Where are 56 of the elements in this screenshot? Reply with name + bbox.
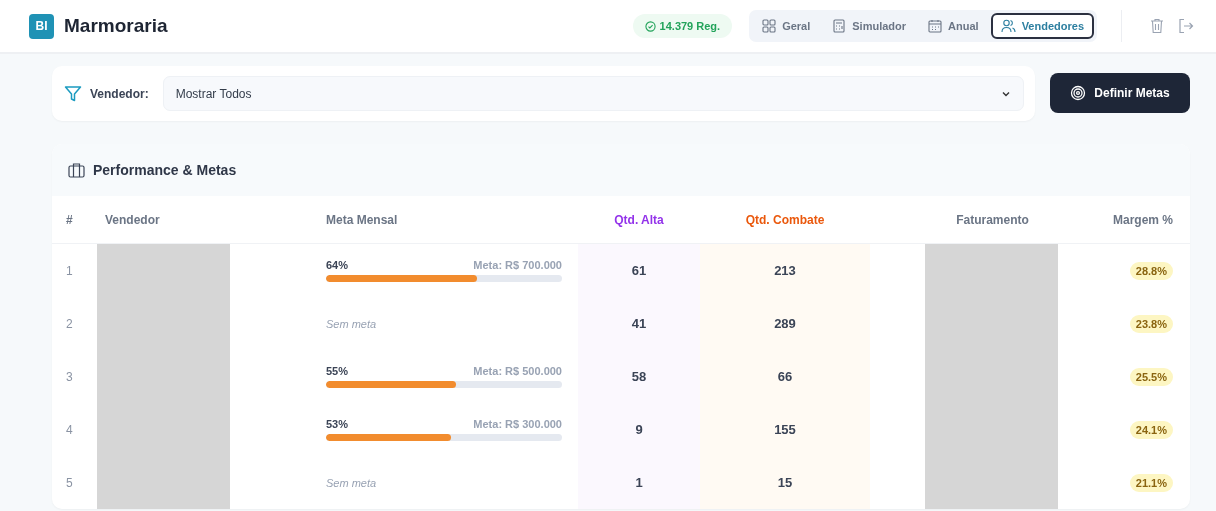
filter-label: Vendedor: (90, 86, 149, 101)
row-number: 3 (66, 369, 73, 384)
margin-badge: 23.8% (1129, 314, 1173, 333)
goal-target: Meta: R$ 500.000 (473, 365, 562, 377)
calculator-icon (832, 19, 847, 33)
logo-badge: BI (29, 13, 54, 39)
column-header: Qtd. Combate (745, 212, 825, 227)
table-cell: 58 (631, 369, 647, 384)
table-cell: 66 (777, 369, 793, 384)
nav-tab[interactable]: Vendedores (990, 13, 1094, 39)
column-header: # (66, 212, 73, 227)
table-cell: 41 (631, 316, 647, 331)
goal-target: Meta: R$ 300.000 (473, 418, 562, 430)
row-number: 4 (66, 422, 73, 437)
calendar-icon (928, 19, 943, 33)
column-header: Vendedor (105, 212, 160, 227)
trash-icon (1150, 18, 1164, 34)
margin-badge: 25.5% (1129, 367, 1173, 386)
goal-percent: 64% (326, 259, 349, 271)
table-cell: 289 (774, 316, 796, 331)
table-cell: 155 (774, 422, 796, 437)
column-header: Margem % (1112, 212, 1173, 227)
logout-icon (1178, 18, 1194, 34)
define-goals-button[interactable]: Definir Metas (1050, 73, 1190, 113)
margin-badge: 24.1% (1129, 420, 1173, 439)
section-title: Performance & Metas (93, 162, 237, 178)
row-number: 2 (66, 316, 73, 331)
target-icon (1070, 85, 1087, 101)
no-goal-text: Sem meta (326, 317, 377, 330)
table-cell: 15 (777, 475, 793, 490)
table-cell: 61 (631, 263, 647, 278)
row-number: 1 (66, 263, 73, 278)
column-header: Meta Mensal (326, 212, 398, 227)
table-cell: 1 (635, 475, 643, 490)
row-number: 5 (66, 475, 73, 490)
table-cell: 213 (774, 263, 796, 278)
grid-icon (762, 19, 777, 33)
nav-tab[interactable]: Geral (752, 13, 821, 39)
goal-target: Meta: R$ 700.000 (473, 259, 562, 271)
seller-select[interactable]: Mostrar Todos (162, 76, 1024, 111)
nav-tab[interactable]: Anual (918, 13, 989, 39)
table-cell: 9 (635, 422, 643, 437)
goal-percent: 53% (326, 418, 349, 430)
column-header: Faturamento (956, 212, 1029, 227)
nav-tab[interactable]: Simulador (822, 13, 917, 39)
no-goal-text: Sem meta (326, 476, 377, 489)
users-icon (1000, 19, 1016, 33)
margin-badge: 21.1% (1129, 473, 1173, 492)
check-circle-icon (644, 20, 656, 32)
column-header: Qtd. Alta (614, 212, 664, 227)
margin-badge: 28.8% (1129, 261, 1173, 280)
records-count: 14.379 Reg. (659, 20, 721, 32)
app-title: Marmoraria (64, 15, 168, 37)
filter-icon (64, 84, 82, 103)
goal-percent: 55% (326, 365, 349, 377)
briefcase-icon (68, 162, 85, 178)
